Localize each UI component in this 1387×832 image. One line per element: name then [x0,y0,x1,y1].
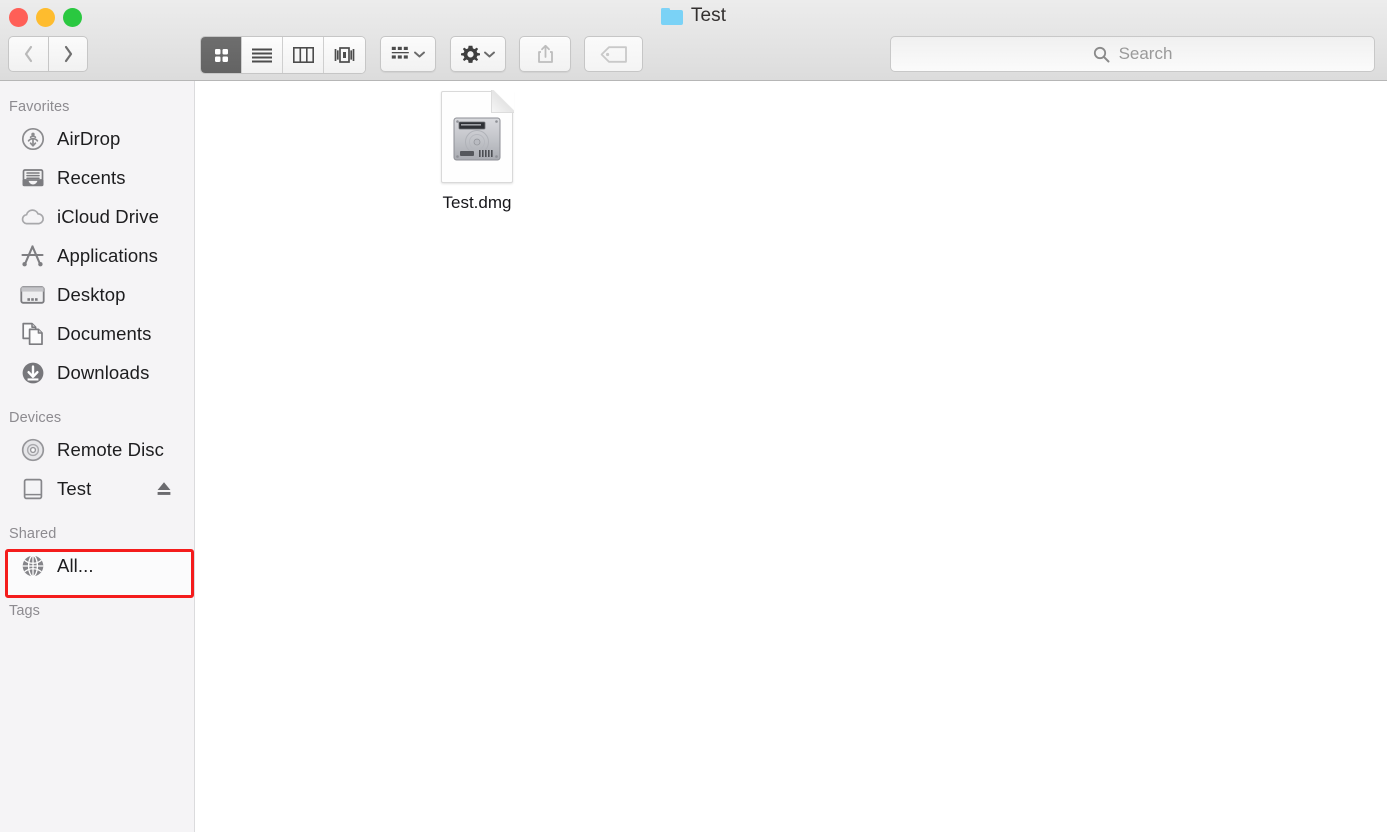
search-field[interactable]: Search [890,36,1375,72]
folder-icon [660,7,683,25]
toolbar-controls: Search [0,36,1387,74]
maximize-button[interactable] [63,8,82,27]
sidebar-item-applications[interactable]: Applications [0,236,194,275]
sidebar-item-label: Downloads [57,361,150,383]
list-view-button[interactable] [242,37,283,73]
view-mode-segmented-control [200,36,366,74]
sidebar-section-devices: Devices [9,410,62,426]
navigation-buttons [8,36,88,72]
eject-icon[interactable] [156,480,172,497]
sidebar-item-label: Test [57,477,92,499]
sidebar: Favorites AirDrop Recents iCloud Drive A… [0,81,195,832]
file-browser-content[interactable]: Test.dmg [195,81,1387,832]
sidebar-item-all[interactable]: All... [0,546,194,585]
external-drive-icon [20,476,45,501]
share-button[interactable] [519,36,571,72]
search-icon [1093,46,1110,62]
minimize-button[interactable] [36,8,55,27]
finder-window: Test Search Favorites AirDrop Recents iC… [0,0,1387,832]
sidebar-item-recents[interactable]: Recents [0,158,194,197]
sidebar-section-favorites: Favorites [9,99,70,115]
airdrop-icon [20,126,45,151]
back-button[interactable] [8,36,48,72]
icon-view-button[interactable] [201,37,242,73]
window-controls [9,8,82,27]
applications-icon [20,243,45,268]
sidebar-section-tags: Tags [9,603,41,619]
sidebar-item-label: Applications [57,244,158,266]
file-item[interactable]: Test.dmg [417,90,537,213]
coverflow-view-button[interactable] [324,37,365,73]
arrange-by-button[interactable] [380,36,436,72]
sidebar-item-label: Desktop [57,283,126,305]
icloud-icon [20,204,45,229]
sidebar-item-documents[interactable]: Documents [0,314,194,353]
sidebar-item-airdrop[interactable]: AirDrop [0,119,194,158]
recents-icon [20,165,45,190]
downloads-icon [20,360,45,385]
share-icon [537,44,553,63]
search-placeholder: Search [1118,44,1173,63]
gear-icon [461,45,480,63]
tag-icon [600,45,627,63]
disk-image-document-icon [441,90,514,183]
action-menu-button[interactable] [450,36,506,72]
hard-drive-graphic [453,117,501,161]
sidebar-item-label: All... [57,554,94,576]
file-name-label: Test.dmg [442,193,512,212]
chevron-down-icon [484,51,495,57]
network-globe-icon [20,553,45,578]
chevron-down-icon [414,51,425,57]
forward-button[interactable] [48,36,88,72]
coverflow-icon [334,47,355,63]
optical-disc-icon [20,437,45,462]
edit-tags-button[interactable] [584,36,643,72]
sidebar-item-label: Documents [57,322,152,344]
desktop-icon [20,282,45,307]
close-button[interactable] [9,8,28,27]
columns-icon [292,47,314,63]
sidebar-section-shared: Shared [9,526,57,542]
documents-icon [20,321,45,346]
window-body: Favorites AirDrop Recents iCloud Drive A… [0,81,1387,832]
sidebar-item-label: Recents [57,166,126,188]
sidebar-item-desktop[interactable]: Desktop [0,275,194,314]
arrange-icon [391,46,409,59]
window-title-bar: Test [0,5,1387,27]
page-title: Test [690,5,727,26]
list-icon [252,48,272,62]
column-view-button[interactable] [283,37,324,73]
sidebar-item-test[interactable]: Test [0,469,194,508]
sidebar-item-icloud-drive[interactable]: iCloud Drive [0,197,194,236]
window-toolbar: Test Search [0,0,1387,81]
sidebar-item-downloads[interactable]: Downloads [0,353,194,392]
sidebar-item-label: iCloud Drive [57,205,159,227]
sidebar-item-label: Remote Disc [57,438,164,460]
sidebar-item-remote-disc[interactable]: Remote Disc [0,430,194,469]
grid-icon [214,48,228,62]
sidebar-item-label: AirDrop [57,127,121,149]
